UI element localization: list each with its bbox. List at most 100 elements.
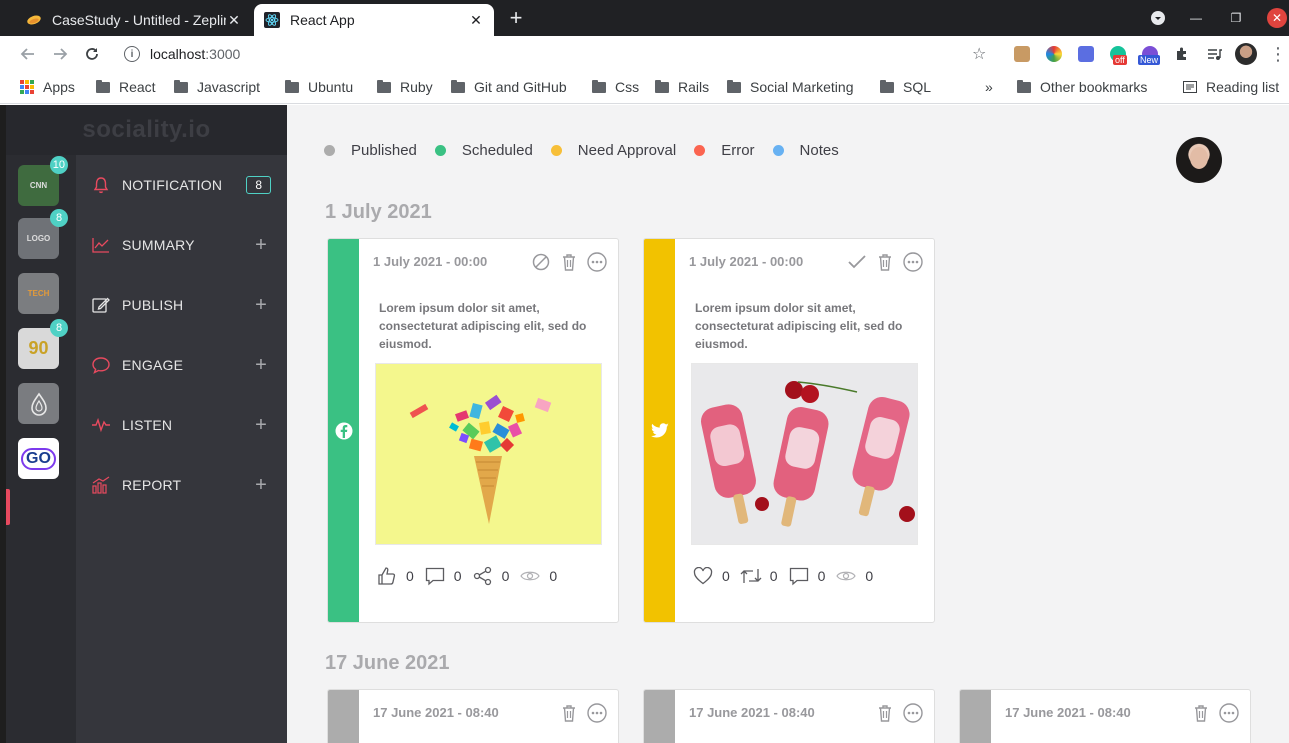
tab-search-icon[interactable] [1148,8,1168,28]
translate-extension-icon[interactable] [1078,46,1094,62]
minimize-icon[interactable]: — [1186,8,1206,28]
bookmark-ruby[interactable]: Ruby [377,79,433,95]
more-options-icon[interactable] [586,702,608,724]
post-image-confetti-cone[interactable] [375,363,602,545]
bookmark-sql[interactable]: SQL [880,79,931,95]
menu-item-publish[interactable]: PUBLISH + [76,285,287,325]
bookmark-javascript[interactable]: Javascript [174,79,260,95]
account-tile[interactable]: CNN 10 [18,156,68,206]
browser-tab-bar: CaseStudy - Untitled - Zeplin ✕ React Ap… [0,0,1289,36]
account-tile[interactable]: 90 8 [18,319,68,369]
bookmarks-overflow-button[interactable]: » [985,79,993,95]
trash-icon[interactable] [558,702,580,724]
user-avatar[interactable] [1176,137,1222,183]
eye-icon[interactable] [835,565,857,587]
bookmark-rails[interactable]: Rails [655,79,709,95]
bookmark-react[interactable]: React [96,79,156,95]
more-options-icon[interactable] [1218,702,1240,724]
menu-item-summary[interactable]: SUMMARY + [76,225,287,265]
bookmark-css[interactable]: Css [592,79,639,95]
trash-icon[interactable] [874,702,896,724]
tab-react-app[interactable]: React App ✕ [254,4,494,36]
post-card[interactable]: 1 July 2021 - 00:00 Lorem ipsum dolor si… [643,238,935,623]
profile-avatar-icon[interactable] [1235,43,1257,65]
bookmark-ubuntu[interactable]: Ubuntu [285,79,353,95]
post-actions [874,702,924,724]
window-close-icon[interactable]: ✕ [1267,8,1287,28]
bookmark-label: Css [615,79,640,95]
account-tile[interactable] [18,383,59,424]
post-time: 17 June 2021 - 08:40 [373,705,499,720]
heart-icon[interactable] [692,565,714,587]
close-tab-icon[interactable]: ✕ [226,12,242,28]
folder-icon [592,79,606,93]
address-bar[interactable]: i localhost:3000 [112,40,1000,68]
bookmark-social-marketing[interactable]: Social Marketing [727,79,854,95]
trash-icon[interactable] [874,251,896,273]
menu-item-engage[interactable]: ENGAGE + [76,345,287,385]
more-options-icon[interactable] [902,702,924,724]
extension-new-badge: New [1138,55,1161,65]
bookmark-star-icon[interactable]: ☆ [972,44,986,64]
folder-icon [174,79,188,93]
post-time: 17 June 2021 - 08:40 [1005,705,1131,720]
status-stripe [644,239,675,622]
menu-item-listen[interactable]: LISTEN + [76,405,287,445]
more-options-icon[interactable] [586,251,608,273]
expand-plus-icon[interactable]: + [251,354,271,377]
forward-icon[interactable] [50,44,70,64]
legend-item: Published [324,142,417,159]
comment-icon[interactable] [424,565,446,587]
site-info-icon[interactable]: i [124,46,140,62]
bookmark-other[interactable]: Other bookmarks [1017,79,1147,95]
approve-check-icon[interactable] [846,251,868,273]
post-time: 17 June 2021 - 08:40 [689,705,815,720]
trash-icon[interactable] [558,251,580,273]
account-tile-text: TECH [27,289,50,298]
post-card[interactable]: 17 June 2021 - 08:40 [327,689,619,743]
extension-icon-1[interactable] [1014,46,1030,62]
menu-item-notification[interactable]: NOTIFICATION 8 [76,165,287,205]
post-image-popsicles[interactable] [691,363,918,545]
media-control-icon[interactable] [1204,44,1224,64]
eye-icon[interactable] [519,565,541,587]
shares-count: 0 [501,568,510,584]
back-icon[interactable] [18,44,38,64]
retweet-icon[interactable] [740,565,762,587]
post-card[interactable]: 17 June 2021 - 08:40 [959,689,1251,743]
browser-menu-icon[interactable]: ⋮ [1268,44,1288,64]
expand-plus-icon[interactable]: + [251,474,271,497]
trash-icon[interactable] [1190,702,1212,724]
reload-icon[interactable] [82,44,102,64]
color-picker-extension-icon[interactable] [1046,46,1062,62]
bookmark-apps[interactable]: Apps [20,79,75,95]
comment-icon[interactable] [788,565,810,587]
reading-list[interactable]: Reading list [1183,79,1279,95]
tab-title: React App [290,12,355,28]
close-tab-icon[interactable]: ✕ [468,12,484,28]
expand-plus-icon[interactable]: + [251,234,271,257]
account-tile[interactable]: TECH [18,273,59,314]
tab-casestudy[interactable]: CaseStudy - Untitled - Zeplin ✕ [16,4,252,36]
bookmark-git[interactable]: Git and GitHub [451,79,567,95]
maximize-icon[interactable]: ❐ [1226,8,1246,28]
account-tile[interactable]: LOGO 8 [18,209,68,259]
post-card[interactable]: 17 June 2021 - 08:40 [643,689,935,743]
share-icon[interactable] [472,565,494,587]
url-port: :3000 [205,46,241,62]
notification-count-badge: 8 [246,176,271,194]
expand-plus-icon[interactable]: + [251,294,271,317]
likes-count: 0 [406,568,414,584]
extensions-puzzle-icon[interactable] [1172,44,1192,64]
expand-plus-icon[interactable]: + [251,414,271,437]
menu-item-report[interactable]: REPORT + [76,465,287,505]
block-icon[interactable] [530,251,552,273]
bookmark-label: SQL [903,79,932,95]
pulse-icon [90,414,112,436]
bookmark-label: React [119,79,156,95]
more-options-icon[interactable] [902,251,924,273]
like-icon[interactable] [376,565,398,587]
new-tab-button[interactable]: + [504,5,528,30]
post-card[interactable]: 1 July 2021 - 00:00 Lorem ipsum dolor si… [327,238,619,623]
account-tile-active[interactable]: GO [18,438,59,479]
